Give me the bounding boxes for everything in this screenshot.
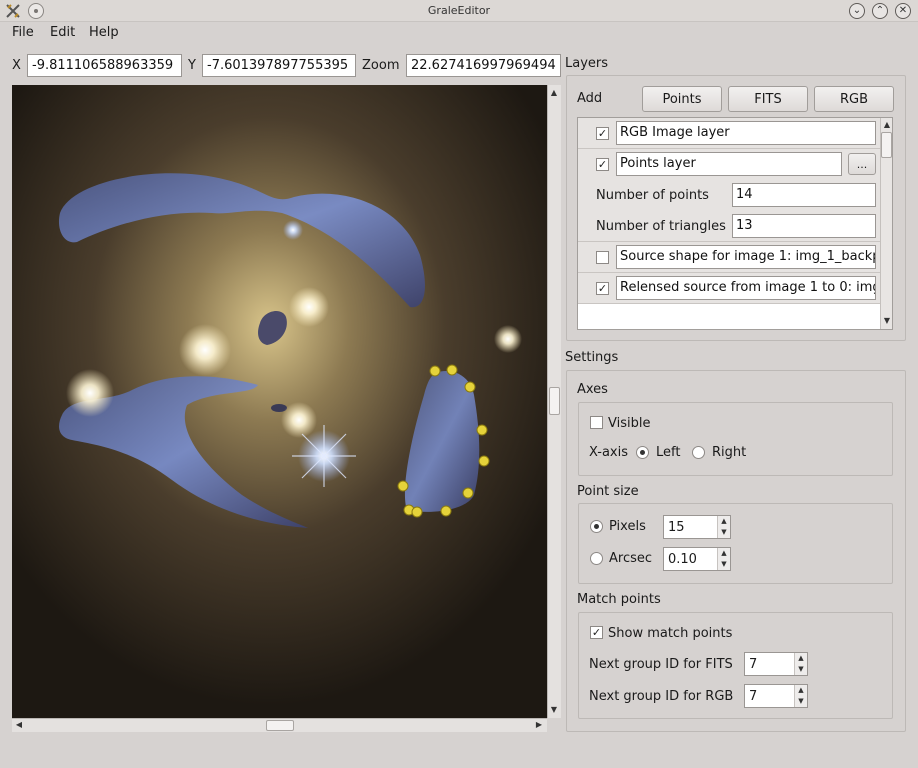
image-viewport[interactable] [12, 85, 547, 718]
rgb-spin-arrows-icon[interactable]: ▲ ▼ [794, 685, 807, 707]
scroll-down-icon[interactable]: ▼ [548, 704, 560, 716]
add-rgb-button[interactable]: RGB [814, 86, 894, 112]
num-points-field[interactable]: 14 [732, 183, 876, 207]
menu-file[interactable]: File [12, 25, 34, 40]
pixels-label: Pixels [609, 519, 646, 534]
add-points-button[interactable]: Points [642, 86, 722, 112]
xaxis-right-radio[interactable] [692, 446, 705, 459]
fits-spin-arrows-icon[interactable]: ▲ ▼ [794, 653, 807, 675]
layer-relensed-checkbox[interactable]: ✓ [596, 282, 609, 295]
add-label: Add [577, 91, 603, 106]
arcsec-spinbox[interactable]: 0.10 ▲ ▼ [663, 547, 731, 571]
y-label: Y [188, 58, 196, 73]
menu-edit[interactable]: Edit [50, 25, 75, 40]
pixels-spin-arrows-icon[interactable]: ▲ ▼ [717, 516, 730, 538]
points-options-button[interactable]: ... [848, 153, 876, 175]
point-size-title: Point size [577, 484, 639, 499]
pixels-value: 15 [668, 520, 685, 535]
chevron-up-icon: ⌃ [875, 5, 885, 16]
add-fits-button[interactable]: FITS [728, 86, 808, 112]
menu-help[interactable]: Help [89, 25, 119, 40]
layer-rgb-checkbox[interactable]: ✓ [596, 127, 609, 140]
list-scroll-down-icon[interactable]: ▼ [881, 315, 892, 327]
settings-title: Settings [565, 350, 619, 365]
fits-group-id-label: Next group ID for FITS [589, 657, 733, 672]
arcsec-value: 0.10 [668, 552, 697, 567]
layer-points-name[interactable]: Points layer [616, 152, 842, 176]
axes-group [578, 402, 893, 476]
scroll-right-icon[interactable]: ▶ [533, 719, 545, 731]
layer-row-rgb[interactable]: ✓ RGB Image layer [578, 118, 880, 149]
layer-row-relensed[interactable]: ✓ Relensed source from image 1 to 0: img [578, 273, 880, 304]
viewport-horizontal-scrollbar[interactable]: ◀ ▶ [12, 718, 547, 732]
arcsec-spin-arrows-icon[interactable]: ▲ ▼ [717, 548, 730, 570]
show-match-points-label: Show match points [608, 626, 733, 641]
arcsec-radio[interactable] [590, 552, 603, 565]
horizontal-scroll-thumb[interactable] [266, 720, 294, 731]
axes-title: Axes [577, 382, 608, 397]
rgb-group-id-label: Next group ID for RGB [589, 689, 734, 704]
xaxis-left-radio[interactable] [636, 446, 649, 459]
zoom-input[interactable] [406, 54, 561, 77]
rgb-group-id-spinbox[interactable]: 7 ▲ ▼ [744, 684, 808, 708]
close-button[interactable]: ✕ [895, 3, 911, 19]
show-match-points-checkbox[interactable]: ✓ [590, 626, 603, 639]
menu-bar: File Edit Help [0, 22, 918, 44]
layer-list-scrollbar[interactable]: ▲ ▼ [880, 118, 892, 329]
layer-points-checkbox[interactable]: ✓ [596, 158, 609, 171]
list-scroll-up-icon[interactable]: ▲ [881, 119, 892, 131]
point-size-group [578, 503, 893, 584]
x-label: X [12, 58, 21, 73]
maximize-button[interactable]: ⌃ [872, 3, 888, 19]
fits-group-id-value: 7 [749, 657, 758, 672]
axes-visible-checkbox[interactable] [590, 416, 603, 429]
pixels-spinbox[interactable]: 15 ▲ ▼ [663, 515, 731, 539]
scroll-left-icon[interactable]: ◀ [13, 719, 25, 731]
zoom-label: Zoom [362, 58, 400, 73]
pixels-radio[interactable] [590, 520, 603, 533]
scroll-up-icon[interactable]: ▲ [548, 87, 560, 99]
vertical-scroll-thumb[interactable] [549, 387, 560, 415]
scroll-corner [547, 718, 561, 732]
num-triangles-label: Number of triangles [596, 219, 726, 234]
num-points-label: Number of points [596, 188, 709, 203]
layer-list[interactable]: ✓ RGB Image layer ✓ Points layer ... Num… [577, 117, 893, 330]
list-scroll-thumb[interactable] [881, 132, 892, 158]
layer-row-points[interactable]: ✓ Points layer ... Number of points 14 N… [578, 149, 880, 242]
axes-visible-label: Visible [608, 416, 651, 431]
xaxis-left-label: Left [656, 445, 681, 460]
title-bar: GraleEditor ⌄ ⌃ ✕ [0, 0, 918, 22]
xaxis-label: X-axis [589, 445, 628, 460]
window-title: GraleEditor [427, 4, 491, 17]
lens-image [12, 85, 547, 718]
close-icon: ✕ [898, 5, 908, 16]
match-points-title: Match points [577, 592, 661, 607]
y-input[interactable] [202, 54, 356, 77]
layer-row-source-shape[interactable]: Source shape for image 1: img_1_backp [578, 242, 880, 273]
layer-source-checkbox[interactable] [596, 251, 609, 264]
arcsec-label: Arcsec [609, 551, 653, 566]
x-input[interactable] [27, 54, 182, 77]
chevron-down-icon: ⌄ [852, 5, 862, 16]
num-triangles-field[interactable]: 13 [732, 214, 876, 238]
minimize-button[interactable]: ⌄ [849, 3, 865, 19]
layers-title: Layers [565, 56, 609, 71]
layer-rgb-name[interactable]: RGB Image layer [616, 121, 876, 145]
layer-relensed-name[interactable]: Relensed source from image 1 to 0: img [616, 276, 876, 300]
fits-group-id-spinbox[interactable]: 7 ▲ ▼ [744, 652, 808, 676]
rgb-group-id-value: 7 [749, 689, 758, 704]
layer-source-name[interactable]: Source shape for image 1: img_1_backp [616, 245, 876, 269]
viewport-vertical-scrollbar[interactable]: ▲ ▼ [547, 85, 561, 718]
xaxis-right-label: Right [712, 445, 747, 460]
coordinate-bar: X Y Zoom [0, 52, 561, 80]
